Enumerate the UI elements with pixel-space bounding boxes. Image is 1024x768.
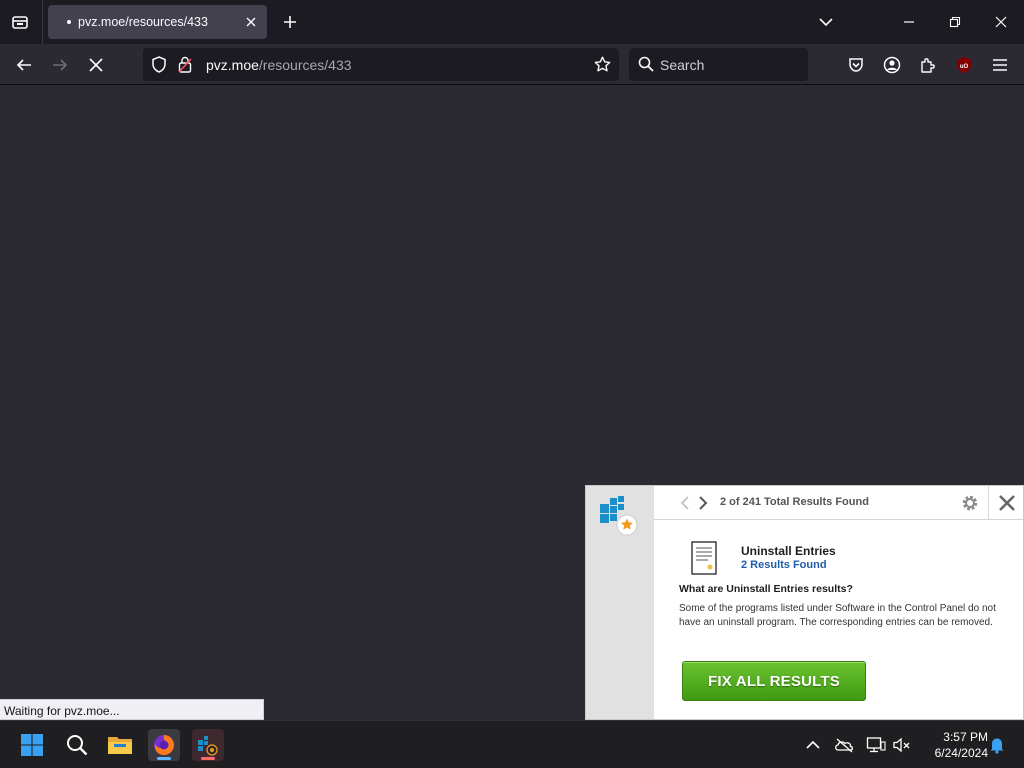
search-icon — [638, 56, 654, 77]
entry-title: Uninstall Entries — [741, 544, 836, 558]
tracking-protection-icon[interactable] — [151, 56, 167, 78]
explanation-heading: What are Uninstall Entries results? — [679, 583, 853, 595]
insecure-lock-icon[interactable] — [178, 56, 192, 78]
restore-icon[interactable] — [941, 8, 969, 36]
loading-dot-icon — [67, 20, 71, 24]
cleaner-notification-popup: 2 of 241 Total Results Found Uninstall E… — [585, 485, 1024, 720]
forward-icon[interactable] — [46, 51, 74, 79]
cleaner-app-icon[interactable] — [192, 729, 224, 761]
url-text[interactable]: pvz.moe/resources/433 — [206, 57, 352, 73]
bookmark-star-icon[interactable] — [594, 56, 611, 78]
ublock-origin-icon[interactable]: uO — [950, 51, 978, 79]
tab-strip: pvz.moe/resources/433 — [0, 0, 1024, 44]
settings-gear-icon[interactable] — [960, 493, 980, 513]
popup-sidebar — [586, 486, 654, 719]
previous-result-icon[interactable] — [678, 495, 692, 511]
active-app-indicator — [157, 757, 171, 760]
address-bar[interactable]: pvz.moe/resources/433 — [143, 48, 619, 81]
clock-time: 3:57 PM — [943, 730, 988, 744]
status-panel: Waiting for pvz.moe... — [0, 699, 264, 720]
notification-bell-icon[interactable] — [987, 735, 1007, 755]
explanation-text: Some of the programs listed under Softwa… — [679, 603, 996, 628]
system-clock[interactable]: 3:57 PM 6/24/2024 — [918, 729, 988, 761]
back-icon[interactable] — [10, 51, 38, 79]
url-path: /resources/433 — [258, 57, 352, 73]
app-indicator — [201, 757, 215, 760]
search-placeholder: Search — [660, 57, 705, 73]
start-icon[interactable] — [16, 729, 48, 761]
tab-title: pvz.moe/resources/433 — [78, 15, 208, 29]
clock-date: 6/24/2024 — [934, 746, 988, 760]
url-host: pvz.moe — [206, 57, 259, 73]
uninstall-entries-document-icon — [691, 541, 717, 575]
file-explorer-icon[interactable] — [104, 729, 136, 761]
search-icon[interactable] — [61, 729, 93, 761]
extensions-icon[interactable] — [914, 51, 942, 79]
firefox-view-icon[interactable] — [8, 10, 32, 34]
svg-text:uO: uO — [960, 64, 969, 70]
new-tab-icon[interactable] — [278, 10, 302, 34]
tab-separator — [42, 0, 43, 44]
result-counter: 2 of 241 Total Results Found — [720, 496, 869, 508]
account-icon[interactable] — [878, 51, 906, 79]
fix-all-results-label: FIX ALL RESULTS — [708, 672, 840, 690]
tab-active[interactable]: pvz.moe/resources/433 — [48, 5, 267, 39]
list-all-tabs-icon[interactable] — [812, 8, 840, 36]
pocket-icon[interactable] — [842, 51, 870, 79]
popup-header: 2 of 241 Total Results Found — [654, 486, 1023, 520]
search-bar[interactable]: Search — [629, 48, 808, 81]
entry-results-link[interactable]: 2 Results Found — [741, 559, 827, 571]
onedrive-offline-icon[interactable] — [834, 735, 854, 755]
windows-taskbar: 3:57 PM 6/24/2024 — [0, 720, 1024, 768]
stop-loading-icon[interactable] — [82, 51, 110, 79]
menu-hamburger-icon[interactable] — [986, 51, 1014, 79]
fix-all-results-button[interactable]: FIX ALL RESULTS — [682, 661, 866, 701]
minimize-icon[interactable] — [895, 8, 923, 36]
show-hidden-icons-chevron-icon[interactable] — [803, 735, 823, 755]
network-icon[interactable] — [866, 735, 886, 755]
firefox-icon[interactable] — [148, 729, 180, 761]
header-divider — [988, 486, 989, 520]
next-result-icon[interactable] — [696, 495, 710, 511]
cleaner-logo-icon — [598, 494, 638, 536]
popup-close-icon[interactable] — [997, 493, 1017, 513]
close-window-icon[interactable] — [987, 8, 1015, 36]
navigation-toolbar: pvz.moe/resources/433 Search uO — [0, 44, 1024, 85]
tab-close-icon[interactable] — [243, 14, 259, 30]
volume-muted-icon[interactable] — [892, 735, 912, 755]
status-text: Waiting for pvz.moe... — [4, 704, 120, 718]
